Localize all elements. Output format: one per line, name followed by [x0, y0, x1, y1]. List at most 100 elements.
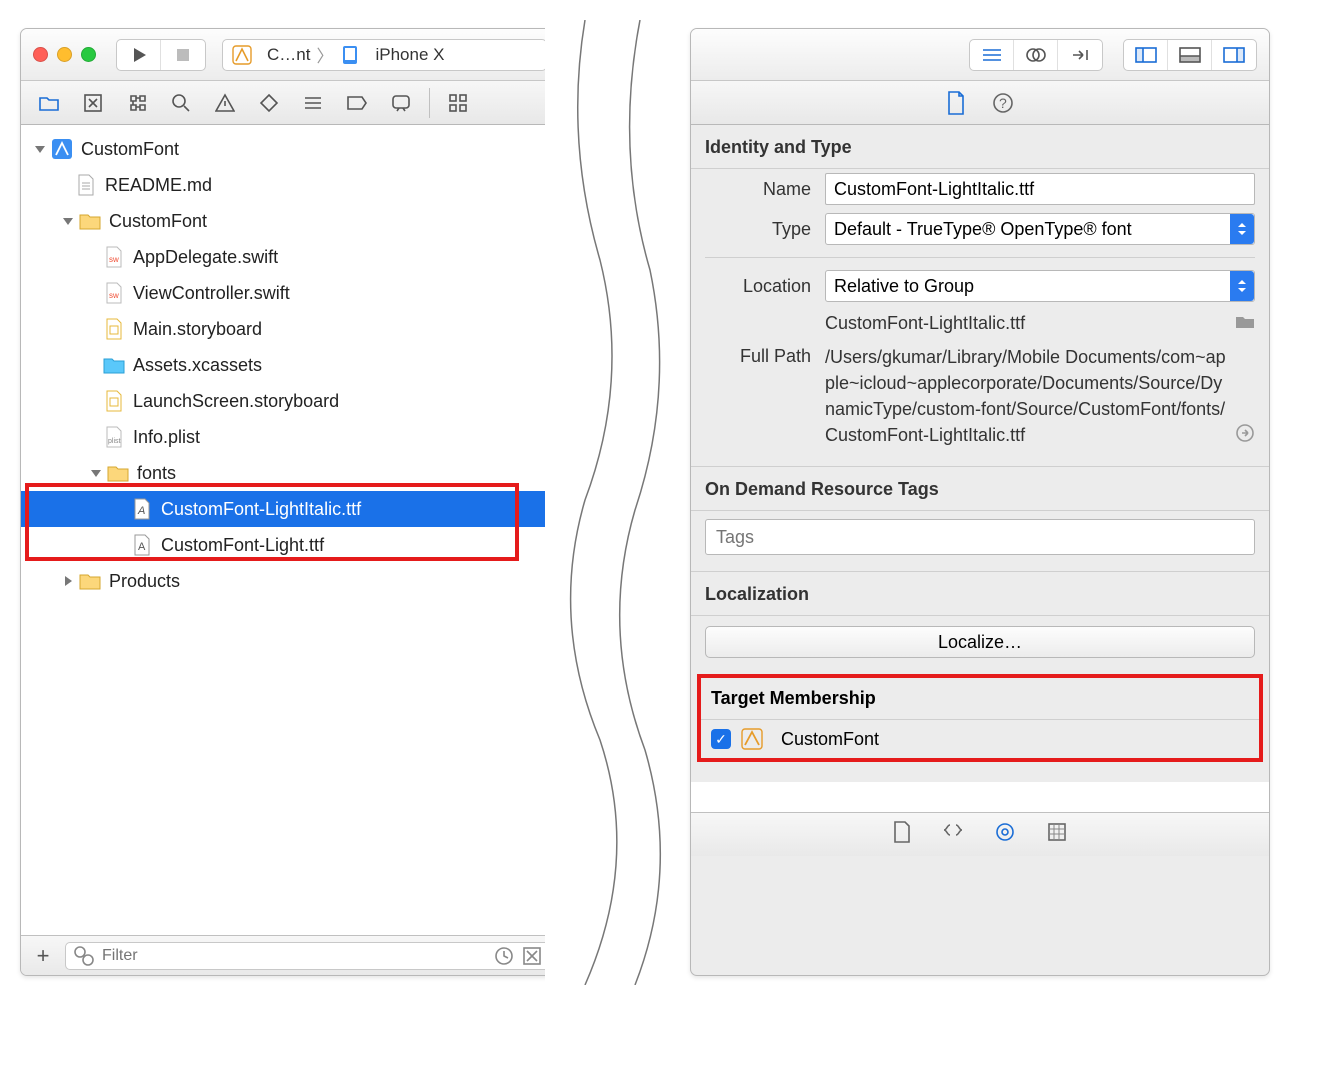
- swift-file-icon: sw: [103, 282, 125, 304]
- name-field[interactable]: [825, 173, 1255, 205]
- editor-version-button[interactable]: [1058, 40, 1102, 70]
- svg-text:A: A: [138, 541, 146, 553]
- file-inspector-tab[interactable]: [946, 91, 966, 115]
- location-file: CustomFont-LightItalic.ttf: [825, 310, 1227, 336]
- swift-file-icon: sw: [103, 246, 125, 268]
- tree-label: CustomFont-LightItalic.ttf: [161, 499, 361, 520]
- font-file-icon: A: [131, 498, 153, 520]
- xcassets-folder-icon: [103, 354, 125, 376]
- chevron-right-icon: [61, 574, 75, 588]
- test-navigator-tab[interactable]: [249, 88, 289, 118]
- file-template-library-tab[interactable]: [893, 821, 911, 848]
- svg-text:sw: sw: [109, 291, 119, 300]
- tree-item-mainstoryboard[interactable]: Main.storyboard: [21, 311, 559, 347]
- run-button[interactable]: [117, 40, 161, 70]
- choose-location-button[interactable]: [1235, 313, 1255, 334]
- media-library-tab[interactable]: [1047, 822, 1067, 847]
- filter-input[interactable]: [102, 947, 486, 965]
- storyboard-icon: [103, 390, 125, 412]
- location-label: Location: [705, 276, 825, 297]
- find-navigator-tab[interactable]: [161, 88, 201, 118]
- grid-icon[interactable]: [438, 88, 478, 118]
- reveal-in-finder-button[interactable]: [1235, 423, 1255, 448]
- tree-item-fonts-group[interactable]: fonts: [21, 455, 559, 491]
- inspector-panel: ? Identity and Type Name Type Default - …: [690, 28, 1270, 976]
- symbol-navigator-tab[interactable]: [117, 88, 157, 118]
- document-icon: [75, 174, 97, 196]
- tags-field[interactable]: [705, 519, 1255, 555]
- tree-item-launchscreen[interactable]: LaunchScreen.storyboard: [21, 383, 559, 419]
- select-arrows-icon: [1230, 271, 1254, 301]
- navigator-panel: C…nt 〉 iPhone X CustomFont README.md: [20, 28, 560, 976]
- tree-label: Main.storyboard: [133, 319, 262, 340]
- localize-button[interactable]: Localize…: [705, 626, 1255, 658]
- toggle-debug-area-button[interactable]: [1168, 40, 1212, 70]
- target-name: CustomFont: [781, 729, 879, 750]
- folder-icon: [107, 462, 129, 484]
- tree-item-font-light[interactable]: A CustomFont-Light.ttf: [21, 527, 559, 563]
- object-library-tab[interactable]: [995, 822, 1015, 847]
- toggle-utilities-button[interactable]: [1212, 40, 1256, 70]
- tree-item-appdelegate[interactable]: sw AppDelegate.swift: [21, 239, 559, 275]
- identity-section-header: Identity and Type: [691, 125, 1269, 169]
- tree-item-products[interactable]: Products: [21, 563, 559, 599]
- scm-filter-icon[interactable]: [522, 946, 542, 966]
- breakpoint-navigator-tab[interactable]: [337, 88, 377, 118]
- tree-label: Products: [109, 571, 180, 592]
- plist-icon: plist: [103, 426, 125, 448]
- window-titlebar-right: [691, 29, 1269, 81]
- inspector-tabs: ?: [691, 81, 1269, 125]
- target-membership-header: Target Membership: [701, 678, 1259, 720]
- toggle-navigator-button[interactable]: [1124, 40, 1168, 70]
- app-icon: [231, 44, 253, 66]
- close-window-button[interactable]: [33, 47, 48, 62]
- device-label: iPhone X: [375, 45, 444, 65]
- svg-text:A: A: [137, 505, 145, 517]
- scheme-label: C…nt: [267, 45, 310, 65]
- zoom-window-button[interactable]: [81, 47, 96, 62]
- tree-item-viewcontroller[interactable]: sw ViewController.swift: [21, 275, 559, 311]
- code-snippet-library-tab[interactable]: [943, 822, 963, 847]
- issue-navigator-tab[interactable]: [205, 88, 245, 118]
- clock-icon[interactable]: [494, 946, 514, 966]
- target-checkbox[interactable]: ✓: [711, 729, 731, 749]
- tree-label: CustomFont: [109, 211, 207, 232]
- type-label: Type: [705, 219, 825, 240]
- tree-label: fonts: [137, 463, 176, 484]
- tree-item-assets[interactable]: Assets.xcassets: [21, 347, 559, 383]
- project-navigator-tab[interactable]: [29, 88, 69, 118]
- tree-label: LaunchScreen.storyboard: [133, 391, 339, 412]
- filter-field[interactable]: [65, 942, 551, 970]
- filter-bar: +: [21, 935, 559, 975]
- scheme-selector[interactable]: C…nt 〉 iPhone X: [222, 39, 547, 71]
- tree-item-group-customfont[interactable]: CustomFont: [21, 203, 559, 239]
- add-button[interactable]: +: [29, 943, 57, 969]
- xcode-project-icon: [51, 138, 73, 160]
- torn-edge-divider: [545, 20, 675, 985]
- app-target-icon: [741, 728, 763, 750]
- location-value: Relative to Group: [834, 276, 974, 297]
- folder-icon: [79, 570, 101, 592]
- type-value: Default - TrueType® OpenType® font: [834, 219, 1158, 240]
- chevron-down-icon: [33, 142, 47, 156]
- debug-navigator-tab[interactable]: [293, 88, 333, 118]
- quick-help-tab[interactable]: ?: [992, 92, 1014, 114]
- report-navigator-tab[interactable]: [381, 88, 421, 118]
- fullpath-value: /Users/gkumar/Library/Mobile Documents/c…: [825, 344, 1227, 448]
- location-select[interactable]: Relative to Group: [825, 270, 1255, 302]
- minimize-window-button[interactable]: [57, 47, 72, 62]
- type-select[interactable]: Default - TrueType® OpenType® font: [825, 213, 1255, 245]
- tree-item-readme[interactable]: README.md: [21, 167, 559, 203]
- tree-item-font-lightitalic[interactable]: A CustomFont-LightItalic.ttf: [21, 491, 559, 527]
- tree-item-project-root[interactable]: CustomFont: [21, 131, 559, 167]
- select-arrows-icon: [1230, 214, 1254, 244]
- tree-item-infoplist[interactable]: plist Info.plist: [21, 419, 559, 455]
- svg-text:?: ?: [999, 95, 1007, 111]
- editor-assistant-button[interactable]: [1014, 40, 1058, 70]
- svg-text:plist: plist: [108, 438, 121, 445]
- chevron-down-icon: [89, 466, 103, 480]
- editor-standard-button[interactable]: [970, 40, 1014, 70]
- stop-button[interactable]: [161, 40, 205, 70]
- source-control-navigator-tab[interactable]: [73, 88, 113, 118]
- chevron-down-icon: [61, 214, 75, 228]
